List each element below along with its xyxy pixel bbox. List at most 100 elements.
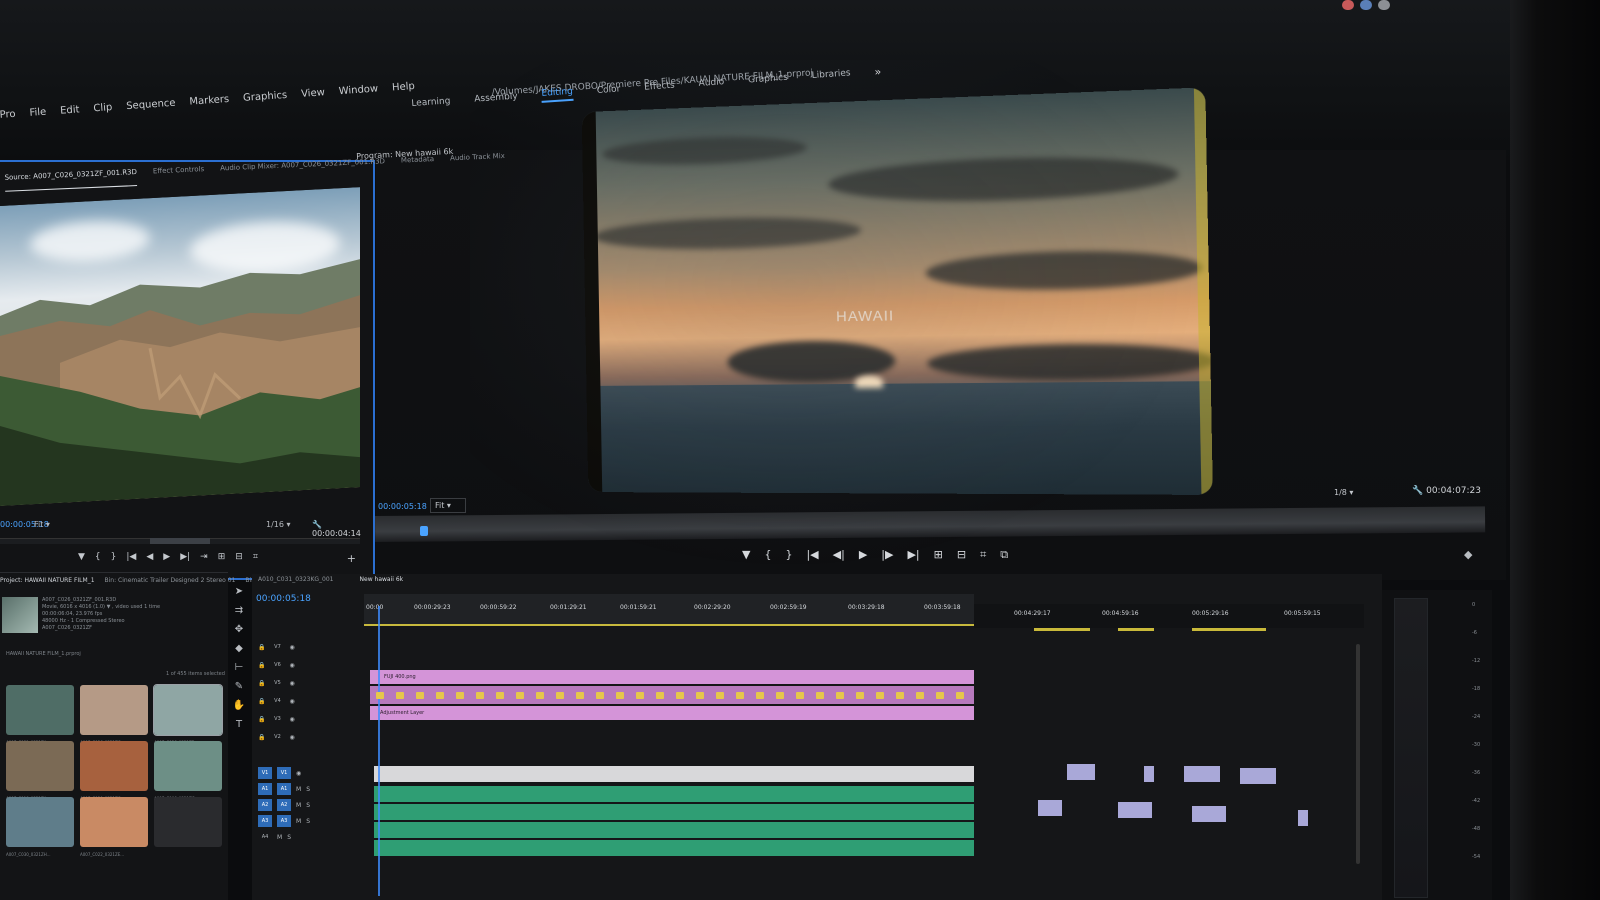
fx-marker[interactable] [536, 692, 544, 699]
export-frame-icon[interactable]: ⌗ [253, 552, 258, 562]
solo-icon[interactable]: S [306, 818, 310, 825]
audio-clips-a1[interactable] [374, 786, 974, 802]
track-header-v5[interactable]: 🔒 V5 ◉ [258, 676, 358, 690]
program-playhead-timecode[interactable]: 00:00:05:18 [378, 502, 427, 511]
track-header-v2[interactable]: 🔒 V2 ◉ [258, 730, 358, 744]
audio-clips-a4[interactable] [374, 840, 974, 856]
track-label[interactable]: A1 [277, 783, 291, 795]
fx-marker[interactable] [956, 692, 964, 699]
clip-thumbnail[interactable] [154, 797, 222, 847]
source-patch-a3[interactable]: A3 [258, 815, 272, 827]
slip-tool-icon[interactable]: ⊢ [235, 662, 244, 673]
program-monitor-video[interactable]: HAWAII [581, 87, 1213, 495]
solo-icon[interactable]: S [287, 834, 291, 841]
fx-marker[interactable] [516, 692, 524, 699]
play-icon[interactable]: ▶ [163, 552, 170, 562]
mark-in-icon[interactable]: { [764, 548, 771, 562]
track-label[interactable]: V5 [270, 677, 284, 689]
insert-icon[interactable]: ⇥ [200, 552, 208, 562]
lock-icon[interactable]: 🔒 [258, 716, 265, 723]
source-patch-a1[interactable]: A1 [258, 783, 272, 795]
clip-thumbnail[interactable]: A007_C020_0321ZC... [80, 741, 148, 801]
clip-thumbnail[interactable]: A007_C026_0321ZG... [80, 685, 148, 745]
tab-effect-controls[interactable]: Effect Controls [153, 165, 205, 185]
video-clip[interactable] [1240, 768, 1276, 784]
go-to-in-icon[interactable]: |◀ [806, 548, 818, 562]
ripple-edit-tool-icon[interactable]: ✥ [235, 624, 243, 635]
timeline-vertical-scrollbar[interactable] [1356, 644, 1360, 864]
audio-clip[interactable] [1298, 810, 1308, 826]
track-header-v3[interactable]: 🔒 V3 ◉ [258, 712, 358, 726]
fx-marker[interactable] [676, 692, 684, 699]
mark-in-icon[interactable]: { [95, 552, 101, 562]
tray-icon[interactable] [1342, 0, 1354, 10]
clip-thumbnail[interactable]: A007_C018_0321ZA... [6, 741, 74, 801]
program-resolution-select[interactable]: 1/8 ▾ [1334, 488, 1353, 497]
menu-sequence[interactable]: Sequence [124, 96, 180, 140]
workspace-audio[interactable]: Audio [698, 75, 725, 91]
tab-metadata[interactable]: Metadata [401, 155, 435, 174]
fx-marker[interactable] [416, 692, 424, 699]
clip-thumbnail[interactable]: A007_C026_0321ZF... [153, 684, 223, 745]
workspace-learning[interactable]: Learning [411, 94, 451, 111]
video-clip[interactable] [1144, 766, 1154, 782]
step-forward-icon[interactable]: |▶ [881, 548, 893, 562]
timeline-playhead[interactable] [378, 606, 380, 896]
eye-icon[interactable]: ◉ [289, 644, 294, 651]
source-patch-v1[interactable]: V1 [258, 767, 272, 779]
eye-icon[interactable]: ◉ [296, 770, 301, 777]
workspace-editing[interactable]: Editing [541, 84, 574, 103]
step-back-icon[interactable]: ◀| [833, 548, 845, 562]
fx-marker[interactable] [616, 692, 624, 699]
go-to-in-icon[interactable]: |◀ [126, 552, 136, 562]
lock-icon[interactable]: 🔒 [258, 680, 265, 687]
tab-audio-clip-mixer[interactable]: Audio Clip Mixer: A007_C026_0321ZF_001.R… [220, 157, 386, 182]
track-label[interactable]: A4 [258, 831, 272, 843]
fx-marker[interactable] [796, 692, 804, 699]
menu-clip[interactable]: Clip [91, 100, 117, 141]
clip-preview-thumbnail[interactable] [2, 597, 38, 633]
mute-icon[interactable]: M [296, 818, 301, 825]
fx-marker[interactable] [876, 692, 884, 699]
source-in-out-range[interactable] [150, 538, 210, 544]
go-to-out-icon[interactable]: ▶| [907, 548, 919, 562]
work-area-bar[interactable] [1034, 628, 1090, 631]
fx-marker[interactable] [816, 692, 824, 699]
track-label[interactable]: V2 [270, 731, 284, 743]
tab-sequence-new-hawaii[interactable]: New hawaii 6k [360, 576, 404, 583]
play-icon[interactable]: ▶ [859, 548, 867, 562]
clip-thumbnail[interactable]: A007_C022_0321ZE... [80, 797, 148, 857]
selection-tool-icon[interactable]: ➤ [235, 586, 243, 597]
video-clip[interactable] [1184, 766, 1220, 782]
fx-marker[interactable] [856, 692, 864, 699]
tab-source[interactable]: Source: A007_C026_0321ZF_001.R3D [4, 168, 138, 192]
go-to-out-icon[interactable]: ▶| [180, 552, 190, 562]
mute-icon[interactable]: M [277, 834, 282, 841]
source-patch-a2[interactable]: A2 [258, 799, 272, 811]
menu-app[interactable]: Pro [0, 107, 20, 148]
track-label[interactable]: V4 [270, 695, 284, 707]
video-clip[interactable] [1067, 764, 1095, 780]
audio-clips-a3[interactable] [374, 822, 974, 838]
source-monitor-video[interactable] [0, 187, 360, 506]
audio-clips-a2[interactable] [374, 804, 974, 820]
track-header-a4[interactable]: A4 M S [258, 830, 358, 844]
menu-view[interactable]: View [299, 85, 329, 127]
eye-icon[interactable]: ◉ [289, 680, 294, 687]
tray-icon[interactable] [1360, 0, 1372, 10]
eye-icon[interactable]: ◉ [289, 662, 294, 669]
fx-marker[interactable] [736, 692, 744, 699]
lock-icon[interactable]: 🔒 [258, 662, 265, 669]
audio-clip[interactable] [1118, 802, 1152, 818]
track-label[interactable]: V6 [270, 659, 284, 671]
fx-marker[interactable] [756, 692, 764, 699]
pen-tool-icon[interactable]: ✎ [235, 681, 243, 692]
timeline-ruler-extended[interactable]: 00:04:29:17 00:04:59:16 00:05:29:16 00:0… [974, 604, 1364, 628]
lock-icon[interactable]: 🔒 [258, 644, 265, 651]
menu-file[interactable]: File [27, 105, 50, 146]
audio-clip[interactable] [1038, 800, 1062, 816]
hand-tool-icon[interactable]: ✋ [233, 700, 245, 711]
mute-icon[interactable]: M [296, 786, 301, 793]
add-button-icon[interactable]: + [347, 552, 356, 565]
add-marker-icon[interactable]: ▼ [78, 552, 85, 562]
